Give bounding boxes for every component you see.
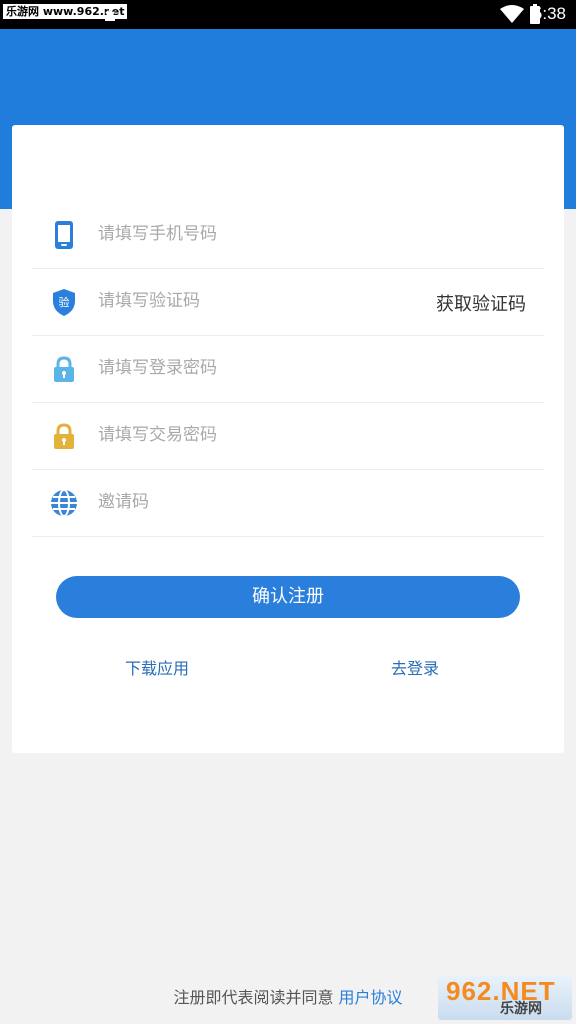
shield-icon-label: 验: [59, 295, 70, 309]
agreement-prefix: 注册即代表阅读并同意: [173, 988, 339, 1007]
clock: 5:38: [532, 4, 566, 23]
login-link[interactable]: 去登录: [391, 655, 439, 679]
get-code-button[interactable]: 获取验证码: [436, 290, 526, 316]
login-password-input[interactable]: [98, 353, 418, 383]
watermark-logo: 962.NET 乐游网: [438, 976, 572, 1020]
shield-icon: 验: [53, 289, 75, 316]
invite-input[interactable]: [98, 487, 418, 517]
login-password-row: [32, 335, 544, 403]
trade-password-input[interactable]: [98, 420, 418, 450]
download-app-link[interactable]: 下载应用: [125, 655, 189, 679]
register-card: 验 获取验证码 确认注册 下载应用 去登录: [12, 125, 564, 753]
register-button[interactable]: 确认注册: [56, 576, 520, 618]
wifi-icon: [500, 5, 524, 23]
trade-password-row: [32, 402, 544, 470]
globe-icon: [51, 489, 77, 517]
status-bar: 乐游网 www.962.net 5:38: [0, 0, 576, 29]
lock-icon: [54, 356, 74, 382]
code-input[interactable]: [98, 286, 418, 316]
invite-row: [32, 469, 544, 537]
phone-input[interactable]: [98, 219, 418, 249]
lock-icon: [54, 423, 74, 449]
watermark-logo-subtext: 乐游网: [500, 1001, 542, 1017]
user-agreement-link[interactable]: 用户协议: [339, 988, 403, 1007]
phone-icon: [55, 221, 73, 249]
phone-row: [32, 201, 544, 269]
code-row: 验 获取验证码: [32, 268, 544, 336]
download-icon: [105, 7, 115, 21]
